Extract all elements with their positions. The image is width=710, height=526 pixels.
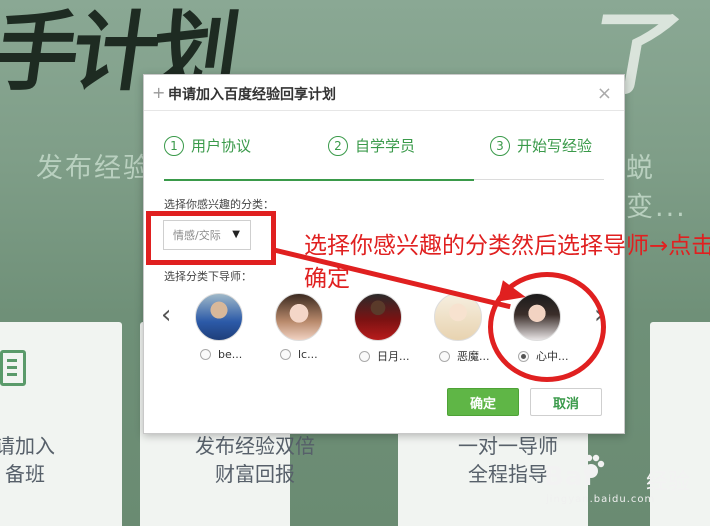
- tutor-1-name: be...: [218, 348, 243, 361]
- step-1-number: 1: [164, 135, 184, 156]
- close-icon[interactable]: ×: [597, 83, 612, 104]
- paw-icon: [579, 454, 605, 478]
- plus-icon: +: [152, 83, 166, 102]
- document-edit-icon: [0, 350, 26, 386]
- step-3: 3 开始写经验: [490, 135, 592, 156]
- feature-card-2-line1: 发布经验双倍: [195, 434, 315, 458]
- tutor-2-radio[interactable]: [280, 349, 291, 360]
- feature-card-2-text: 发布经验双倍 财富回报: [190, 432, 320, 488]
- step-2: 2 自学学员: [328, 135, 415, 156]
- step-divider-line: [474, 179, 604, 180]
- annotation-highlight-box: [146, 211, 276, 265]
- tutor-4-name: 恶魔...: [457, 350, 490, 363]
- cancel-button[interactable]: 取消: [530, 388, 602, 416]
- tutor-4-radio[interactable]: [439, 350, 450, 362]
- feature-card-2-line2: 财富回报: [215, 462, 295, 486]
- tutor-4-option[interactable]: 恶魔...: [439, 348, 490, 364]
- dialog-title: 申请加入百度经验回享计划: [168, 87, 336, 103]
- confirm-button[interactable]: 确定: [447, 388, 519, 416]
- annotation-circle: [488, 272, 606, 382]
- tutor-3-name: 日月...: [377, 350, 410, 363]
- tutor-item-3[interactable]: 日月...: [354, 293, 434, 373]
- tutor-2-option[interactable]: lc...: [280, 348, 318, 361]
- tutor-3-radio[interactable]: [359, 350, 370, 362]
- avatar[interactable]: [275, 293, 323, 341]
- slogan-right: 蜕变...: [626, 153, 687, 223]
- watermark-url: jingyan.baidu.com: [546, 494, 656, 505]
- feature-card-1-line1: 请加入: [0, 434, 55, 458]
- tutor-1-radio[interactable]: [200, 349, 211, 360]
- step-2-label: 自学学员: [355, 137, 416, 155]
- tutor-item-1[interactable]: be...: [195, 293, 275, 373]
- tutor-item-2[interactable]: lc...: [275, 293, 355, 373]
- step-1: 1 用户协议: [164, 135, 251, 156]
- step-1-label: 用户协议: [191, 137, 252, 155]
- tutor-1-option[interactable]: be...: [200, 348, 242, 361]
- carousel-prev-button[interactable]: ‹: [161, 300, 171, 330]
- step-3-label: 开始写经验: [517, 137, 593, 155]
- tutor-label: 选择分类下导师：: [164, 270, 252, 283]
- dialog-header: + 申请加入百度经验回享计划 ×: [144, 75, 624, 111]
- slogan-left: 发布经验: [36, 153, 152, 184]
- tutor-3-option[interactable]: 日月...: [359, 348, 410, 364]
- step-3-number: 3: [490, 135, 510, 156]
- feature-card-1-text: 请加入 备班: [0, 432, 70, 488]
- watermark-brand-suffix: 经验: [646, 470, 691, 495]
- step-progress-line: [164, 179, 474, 181]
- avatar[interactable]: [354, 293, 402, 341]
- feature-card-1-line2: 备班: [5, 462, 45, 486]
- step-2-number: 2: [328, 135, 348, 156]
- step-indicator: 1 用户协议 2 自学学员 3 开始写经验: [164, 135, 604, 175]
- tutor-2-name: lc...: [298, 348, 318, 361]
- baidu-watermark: Bai 经验 jingyan.baidu.com: [536, 442, 706, 505]
- category-label: 选择你感兴趣的分类：: [164, 198, 274, 211]
- avatar[interactable]: [195, 293, 243, 341]
